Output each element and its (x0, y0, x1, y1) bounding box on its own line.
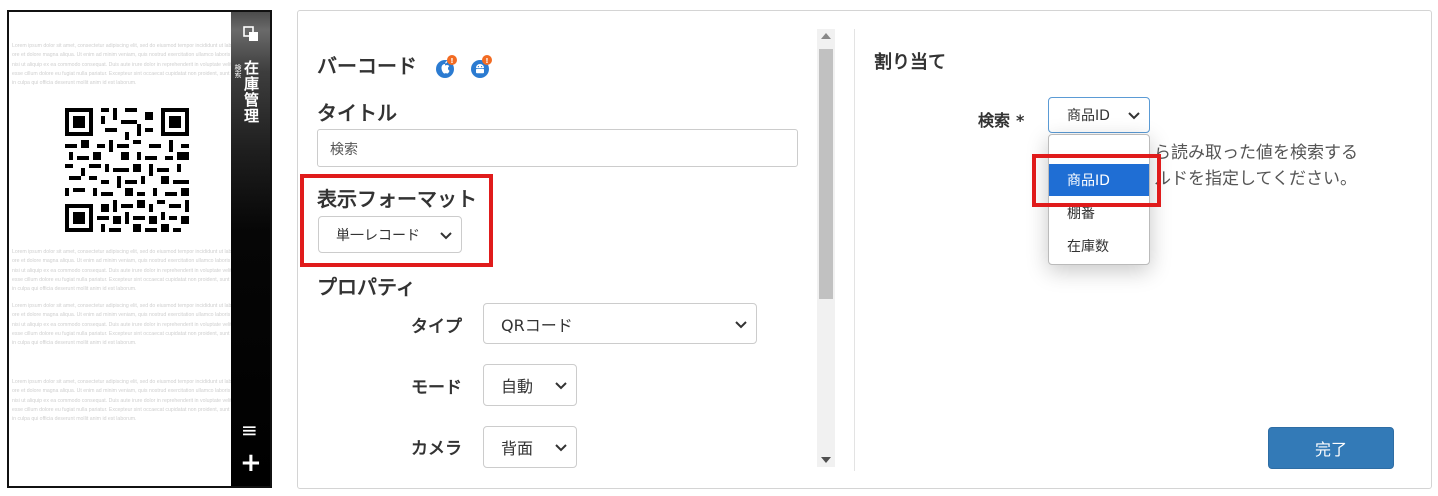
dropdown-highlight-box (1032, 154, 1161, 207)
help-text: ら読み取った値を検索する ルドを指定してください。 (1154, 140, 1358, 192)
svg-text:!: ! (485, 57, 488, 65)
chevron-down-icon (555, 382, 567, 390)
scroll-up-arrow-icon[interactable] (821, 33, 831, 39)
placeholder-text: Lorem ipsum dolor sit amet, consectetur … (12, 303, 232, 347)
search-field-label: 検索 * (978, 107, 1024, 131)
dropdown-option[interactable]: 在庫数 (1049, 230, 1149, 262)
help-text-line: ら読み取った値を検索する (1154, 143, 1358, 163)
settings-card: バーコード ! ! タイトル 検索 表示フォーマット 単一レコード プロパティ … (297, 10, 1432, 489)
chevron-down-icon (1128, 112, 1140, 120)
chevron-down-icon (555, 444, 567, 452)
camera-label: カメラ (411, 439, 462, 459)
type-select-value: QRコード (501, 315, 573, 335)
type-select[interactable]: QRコード (483, 303, 757, 344)
preview-sidebar: 検索 在庫管理 ≡ + (231, 12, 270, 486)
plus-icon[interactable]: + (240, 450, 262, 476)
done-button[interactable]: 完了 (1268, 427, 1394, 469)
scroll-down-arrow-icon[interactable] (821, 457, 831, 463)
title-input[interactable]: 検索 (317, 129, 798, 167)
help-text-line: ルドを指定してください。 (1154, 169, 1357, 189)
placeholder-text: Lorem ipsum dolor sit amet, consectetur … (12, 379, 232, 423)
assign-heading: 割り当て (874, 52, 946, 73)
mode-label: モード (411, 378, 462, 398)
placeholder-text: Lorem ipsum dolor sit amet, consectetur … (12, 249, 232, 293)
qr-code-icon (61, 104, 193, 236)
settings-scrollbar[interactable] (817, 29, 835, 467)
app-preview: Lorem ipsum dolor sit amet, consectetur … (7, 10, 272, 488)
search-select-value: 商品ID (1067, 108, 1110, 124)
barcode-heading: バーコード (317, 54, 417, 78)
camera-select-value: 背面 (501, 439, 534, 458)
svg-text:!: ! (450, 57, 453, 65)
scrollbar-thumb[interactable] (819, 49, 833, 299)
search-label-text: 検索 (978, 111, 1011, 130)
preview-screen: Lorem ipsum dolor sit amet, consectetur … (9, 12, 233, 486)
preview-app-title: 在庫管理 (242, 60, 260, 124)
title-heading: タイトル (317, 101, 397, 125)
mode-select-value: 自動 (501, 377, 534, 396)
required-mark: * (1016, 111, 1025, 130)
window-icon[interactable] (243, 26, 259, 42)
properties-heading: プロパティ (317, 275, 416, 299)
panel-divider (854, 29, 855, 471)
chevron-down-icon (735, 320, 747, 328)
mode-select[interactable]: 自動 (483, 364, 577, 406)
camera-select[interactable]: 背面 (483, 426, 577, 468)
ios-apple-icon: ! (436, 55, 457, 78)
placeholder-text: Lorem ipsum dolor sit amet, consectetur … (12, 43, 232, 87)
android-icon: ! (471, 55, 492, 78)
settings-panel: バーコード ! ! タイトル 検索 表示フォーマット 単一レコード プロパティ … (298, 11, 838, 488)
type-label: タイプ (411, 317, 462, 337)
search-field-select[interactable]: 商品ID (1048, 97, 1150, 133)
hamburger-icon[interactable]: ≡ (241, 420, 258, 440)
format-highlight-box (300, 174, 493, 267)
